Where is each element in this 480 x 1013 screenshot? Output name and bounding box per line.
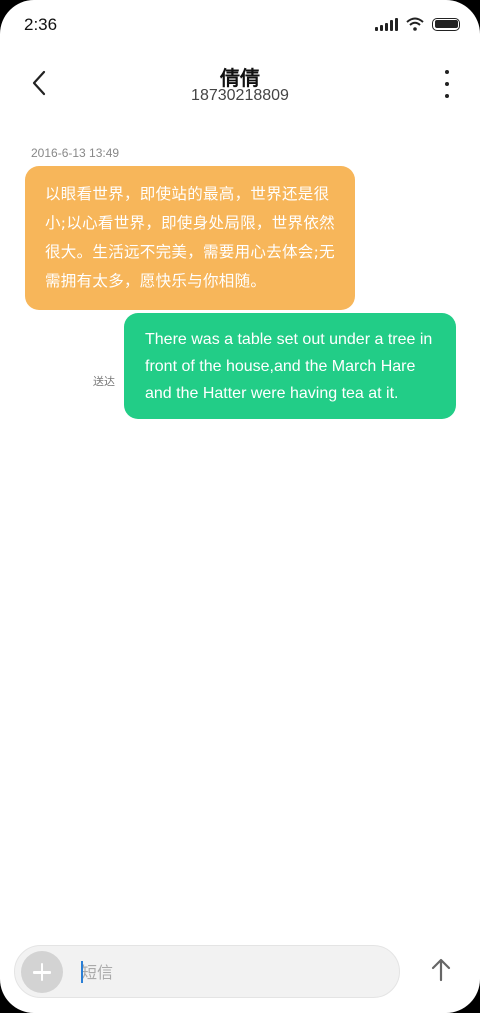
outgoing-message-bubble[interactable]: There was a table set out under a tree i… (124, 313, 456, 419)
message-timestamp: 2016-6-13 13:49 (31, 146, 120, 160)
signal-icon (375, 17, 398, 31)
conversation-header: 倩倩 18730218809 (0, 56, 480, 112)
message-composer (14, 945, 400, 998)
delivery-status: 送达 (93, 375, 115, 388)
contact-phone-number: 18730218809 (191, 87, 289, 104)
more-vertical-icon (445, 70, 449, 74)
sms-conversation-screen: 2:36 倩倩 18730218809 2016-6-13 13:49 以眼看世… (0, 0, 480, 1013)
send-arrow-up-icon (431, 958, 451, 982)
incoming-message-bubble[interactable]: 以眼看世界，即使站的最高，世界还是很小;以心看世界，即使身处局限，世界依然很大。… (25, 166, 355, 310)
battery-icon (432, 17, 460, 31)
status-icons (375, 17, 460, 31)
message-input[interactable] (77, 958, 385, 986)
send-button[interactable] (426, 955, 456, 985)
status-bar: 2:36 (0, 0, 480, 52)
wifi-icon (406, 17, 424, 31)
more-options-button[interactable] (440, 70, 454, 98)
text-cursor (81, 961, 83, 983)
status-time: 2:36 (24, 15, 58, 34)
add-attachment-button[interactable] (21, 951, 63, 993)
